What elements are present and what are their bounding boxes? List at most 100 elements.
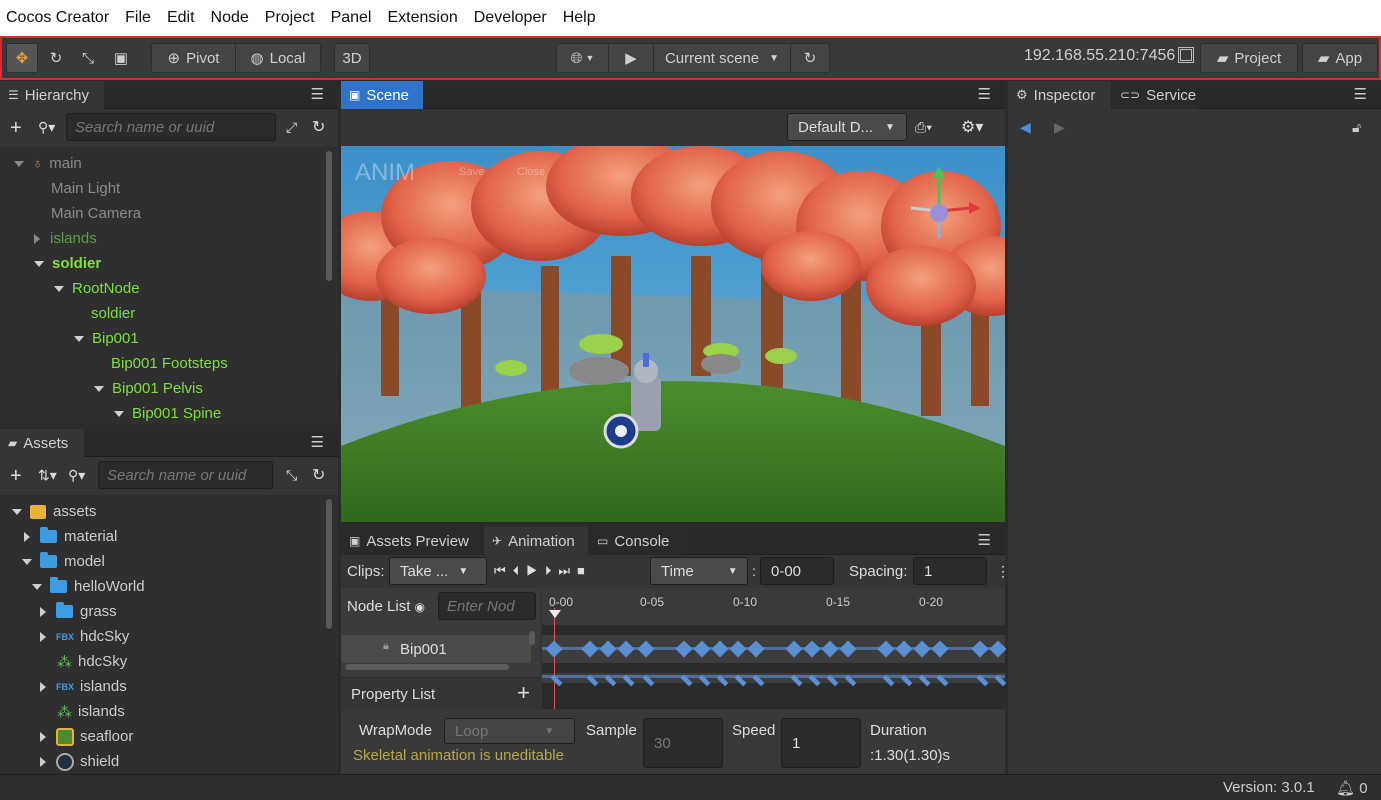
time-input[interactable]: 0-00 [760, 557, 834, 585]
back-arrow-icon[interactable]: ◀ [1020, 119, 1031, 136]
menu-node[interactable]: Node [211, 9, 249, 27]
mode-3d-button[interactable]: 3D [334, 43, 370, 73]
node-filter-input[interactable]: Enter Nod [438, 592, 536, 620]
timeline[interactable]: 0-00 0-05 0-10 0-15 0-20 [542, 588, 1007, 709]
notifications[interactable]: 🔔︎ 0 [1336, 779, 1368, 797]
menu-icon[interactable]: ☰ [311, 433, 324, 451]
clip-select[interactable]: Take ... ▼ [389, 557, 487, 585]
play-button[interactable]: ▶ [608, 43, 654, 73]
asset-fbx[interactable]: FBX hdcSky [40, 624, 129, 649]
tab-assets[interactable]: ▰ Assets [0, 429, 84, 457]
tab-console[interactable]: ▭ Console [589, 527, 681, 555]
assets-scrollbar[interactable] [326, 499, 332, 629]
scale-tool-button[interactable]: ⤡ [72, 43, 104, 73]
scene-viewport[interactable]: ANIM Save Close [341, 146, 1005, 522]
speed-input[interactable]: 1 [781, 718, 861, 768]
eye-icon[interactable]: ◉ [415, 600, 425, 614]
asset-root[interactable]: assets [12, 499, 96, 524]
menu-file[interactable]: File [125, 9, 151, 27]
asset-prefab[interactable]: ⁂ islands [57, 699, 125, 724]
sort-icon[interactable]: ⇅▾ [38, 467, 57, 484]
skip-end-icon[interactable]: ⏭ [558, 563, 577, 578]
rect-tool-button[interactable]: ▣ [104, 43, 138, 73]
tree-node-soldier[interactable]: soldier [34, 251, 101, 276]
wrapmode-select[interactable]: Loop ▼ [444, 718, 575, 744]
refresh-icon[interactable]: ↻ [312, 117, 325, 137]
tree-node[interactable]: Bip001 Footsteps [111, 351, 228, 376]
asset-prefab[interactable]: ⁂ hdcSky [57, 649, 127, 674]
playback-controls[interactable]: ⏮⏴▶⏵⏭■ [494, 563, 592, 579]
asset-folder[interactable]: grass [40, 599, 117, 624]
open-app-button[interactable]: ▰ App [1302, 43, 1378, 73]
menu-icon[interactable]: ☰ [978, 85, 991, 103]
tab-scene[interactable]: ▣ Scene [341, 81, 423, 109]
rotate-tool-button[interactable]: ↻ [40, 43, 72, 73]
tree-node[interactable]: Main Camera [51, 201, 141, 226]
move-tool-button[interactable]: ✥ [6, 43, 38, 73]
unlock-icon[interactable]: 🔓︎ [1352, 119, 1361, 136]
pivot-button[interactable]: ⊕ Pivot [151, 43, 235, 73]
add-node-button[interactable]: + [10, 117, 22, 140]
asset-texture[interactable]: shield [40, 749, 119, 774]
local-button[interactable]: ◍ Local [235, 43, 321, 73]
menu-edit[interactable]: Edit [167, 9, 195, 27]
refresh-button[interactable]: ↻ [790, 43, 830, 73]
sample-input[interactable]: 30 [643, 718, 723, 768]
assets-search-input[interactable]: Search name or uuid [98, 461, 273, 489]
node-scrollbar-v[interactable] [529, 631, 535, 645]
camera-select[interactable]: Default D... ▼ [787, 113, 907, 141]
tab-service[interactable]: ⊂⊃ Service [1112, 81, 1198, 109]
menu-help[interactable]: Help [563, 9, 596, 27]
scene-select[interactable]: Current scene ▼ [653, 43, 791, 73]
add-asset-button[interactable]: + [10, 465, 22, 488]
menu-project[interactable]: Project [265, 9, 315, 27]
expand-icon[interactable]: ⤢ [286, 119, 297, 136]
playhead-handle[interactable] [549, 610, 561, 618]
asset-folder[interactable]: material [24, 524, 117, 549]
menu-panel[interactable]: Panel [331, 9, 372, 27]
menu-icon[interactable]: ☰ [978, 531, 991, 549]
step-forward-icon[interactable]: ⏵ [545, 563, 559, 578]
node-row-bip001[interactable]: 🔒︎ Bip001 [341, 635, 531, 663]
open-project-button[interactable]: ▰ Project [1200, 43, 1298, 73]
stop-icon[interactable]: ■ [577, 563, 592, 578]
menu-developer[interactable]: Developer [474, 9, 547, 27]
tree-node-main[interactable]: ♁ main [14, 151, 82, 176]
tab-assets-preview[interactable]: ▣ Assets Preview [341, 527, 483, 555]
collapse-icon[interactable]: ⤡ [286, 467, 297, 484]
tab-inspector[interactable]: ⚙ Inspector [1008, 81, 1111, 109]
search-filter-icon[interactable]: ⚲▾ [38, 119, 55, 136]
tab-hierarchy[interactable]: ☰ Hierarchy [0, 81, 104, 109]
asset-folder[interactable]: model [22, 549, 105, 574]
tree-node-bip001[interactable]: Bip001 [74, 326, 139, 351]
hierarchy-scrollbar[interactable] [326, 151, 332, 281]
node-scrollbar-h[interactable] [345, 664, 509, 670]
preview-ip-address[interactable]: 192.168.55.210:7456 [1024, 47, 1175, 65]
tree-node-pelvis[interactable]: Bip001 Pelvis [94, 376, 203, 401]
menu-icon[interactable]: ☰ [1354, 85, 1367, 103]
menu-extension[interactable]: Extension [387, 9, 457, 27]
menu-app[interactable]: Cocos Creator [6, 9, 109, 27]
asset-folder[interactable]: helloWorld [32, 574, 145, 599]
tree-node[interactable]: soldier [91, 301, 135, 326]
add-property-button[interactable]: + [517, 680, 530, 706]
tree-node-rootnode[interactable]: RootNode [54, 276, 140, 301]
tab-animation[interactable]: ✈ Animation [484, 527, 588, 555]
tree-node-spine[interactable]: Bip001 Spine [114, 401, 221, 426]
asset-fbx[interactable]: FBX islands [40, 674, 127, 699]
spacing-input[interactable]: 1 [913, 557, 987, 585]
qrcode-icon[interactable] [1178, 47, 1194, 63]
refresh-icon[interactable]: ↻ [312, 465, 325, 485]
gear-icon[interactable]: ⚙▾ [961, 117, 983, 137]
forward-arrow-icon[interactable]: ▶ [1054, 119, 1065, 136]
menu-icon[interactable]: ☰ [311, 85, 324, 103]
tree-node-islands[interactable]: islands [34, 226, 97, 251]
camera-icon[interactable]: ⎙▾ [915, 119, 932, 136]
step-back-icon[interactable]: ⏴ [513, 563, 527, 578]
platform-select[interactable]: 🌐︎ ▼ [556, 43, 608, 73]
skip-start-icon[interactable]: ⏮ [494, 563, 513, 578]
play-icon[interactable]: ▶ [526, 563, 545, 578]
time-mode-select[interactable]: Time ▼ [650, 557, 748, 585]
hierarchy-search-input[interactable]: Search name or uuid [66, 113, 276, 141]
asset-texture[interactable]: seafloor [40, 724, 133, 749]
